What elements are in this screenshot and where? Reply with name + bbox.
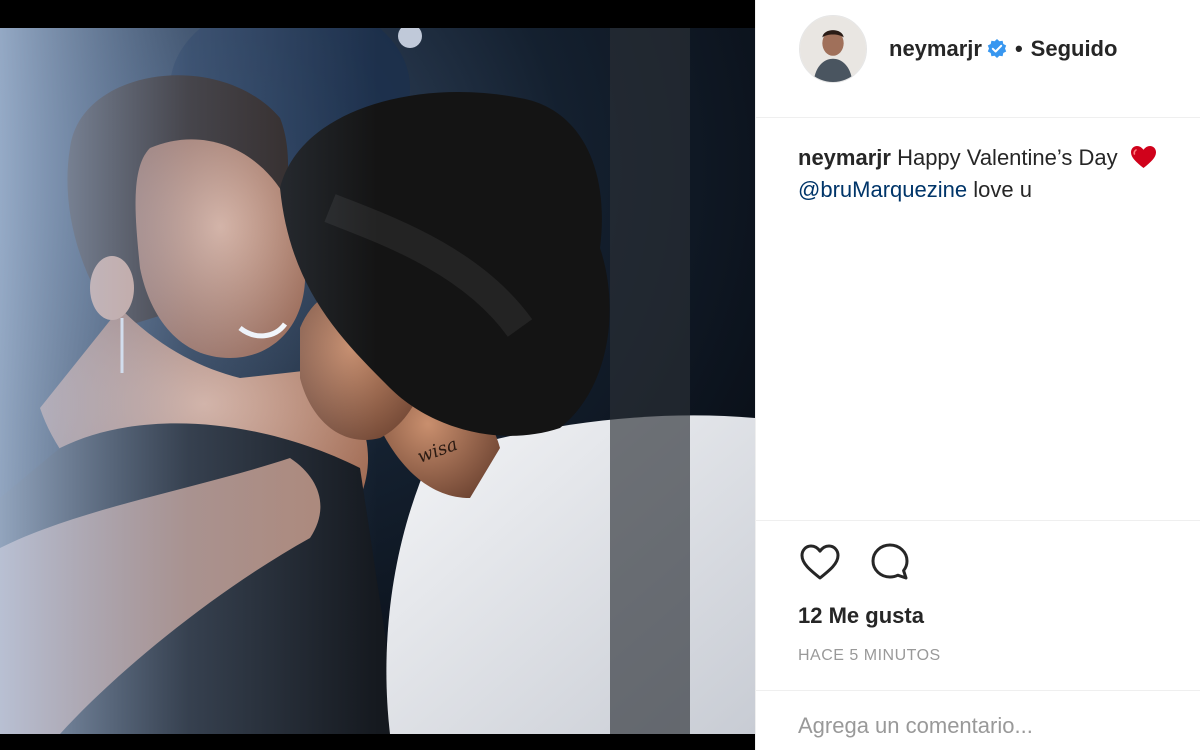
- heart-outline-icon[interactable]: [798, 540, 842, 584]
- couple-photo: wisa: [0, 28, 755, 734]
- red-heart-emoji-icon: [1130, 145, 1157, 169]
- avatar[interactable]: [799, 15, 867, 83]
- comment-divider: [756, 690, 1200, 691]
- post-timestamp[interactable]: HACE 5 MINUTOS: [798, 647, 941, 665]
- verified-badge-icon: [987, 39, 1007, 59]
- separator-dot: •: [1014, 36, 1023, 61]
- post-details-panel: neymarjr • Seguido neymarjr Happy Valent…: [755, 0, 1200, 750]
- post-actions: [798, 540, 912, 584]
- caption-username[interactable]: neymarjr: [798, 145, 891, 170]
- avatar-image: [800, 16, 866, 82]
- mention-link[interactable]: @bruMarquezine: [798, 177, 967, 202]
- post-header: neymarjr • Seguido: [756, 0, 1200, 118]
- caption-text: Happy Valentine’s Day: [897, 145, 1118, 170]
- post-photo[interactable]: wisa: [0, 28, 755, 734]
- username-link[interactable]: neymarjr: [889, 36, 982, 62]
- caption-tail: love u: [973, 177, 1032, 202]
- photo-bottom-bar: [0, 734, 755, 750]
- follow-status-button[interactable]: Seguido: [1031, 36, 1118, 62]
- post-caption: neymarjr Happy Valentine’s Day @bruMarqu…: [798, 142, 1188, 206]
- actions-divider: [756, 520, 1200, 521]
- header-line: neymarjr • Seguido: [889, 36, 1117, 62]
- likes-count[interactable]: 12 Me gusta: [798, 603, 924, 629]
- comment-input[interactable]: [798, 708, 1178, 744]
- speech-bubble-icon[interactable]: [868, 540, 912, 584]
